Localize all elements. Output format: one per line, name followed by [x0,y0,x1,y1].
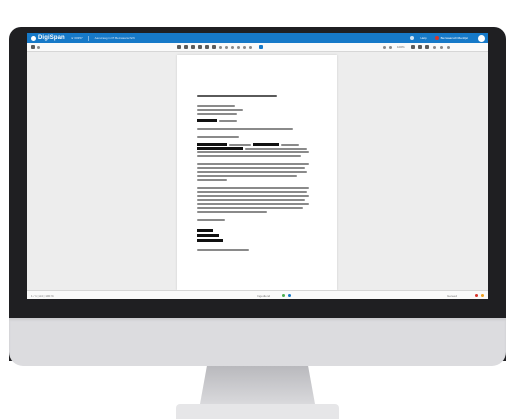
text-tool-icon[interactable] [191,45,195,49]
rotate-left-icon[interactable] [219,45,222,49]
help-link[interactable]: Help [420,36,426,40]
stamp-icon[interactable] [212,45,216,49]
doc-body-line [197,155,301,157]
monitor-stand-base [176,404,339,419]
ready-status: Gereed [447,294,458,298]
doc-body-line [197,167,305,169]
alert-icon[interactable] [475,294,478,297]
document-page [177,55,337,290]
app-logo[interactable]: DigiSpan [31,35,65,41]
undo-icon[interactable] [243,45,246,49]
status-blue-icon [288,294,291,297]
doc-body-line [281,143,299,146]
doc-body-line [197,179,227,181]
doc-body-line [197,207,303,209]
logo-icon [31,35,36,41]
download-icon[interactable] [418,45,422,49]
sidebar-toggle-icon[interactable] [31,45,35,49]
logo-text: DigiSpan [38,35,65,41]
fit-page-icon[interactable] [389,45,392,49]
doc-body-line [229,143,251,146]
page-info: 1 / 1 | A4 | 100 % [31,294,54,298]
status-label: Bezwaarschriftenlijst [440,36,468,40]
redaction-block [197,119,217,122]
share-icon[interactable] [425,45,429,49]
redaction-block [197,147,243,150]
more-icon[interactable] [447,45,450,49]
redaction-block [197,229,213,232]
doc-heading [197,95,277,97]
doc-address-line [197,113,237,115]
doc-body-line [197,175,297,177]
doc-address-line [197,105,235,107]
screen: DigiSpan nr 00357 Aanvraag in PI Bezwaar… [27,33,488,299]
doc-body-line [197,151,309,153]
print-icon[interactable] [411,45,415,49]
settings-icon[interactable] [440,45,443,49]
doc-body-line [197,191,307,193]
redaction-block [197,143,227,146]
monitor-chin [9,318,506,366]
thumbnails-icon[interactable] [37,45,40,49]
doc-body-line [197,195,309,197]
redo-icon[interactable] [249,45,252,49]
upload-icon[interactable] [177,45,181,49]
doc-date-line [219,119,237,122]
notification-icon[interactable] [410,36,415,40]
status-bar: 1 / 1 | A4 | 100 % Ingediend Gereed [27,290,488,299]
redaction-block [197,234,219,237]
doc-body-line [197,187,309,189]
fit-width-icon[interactable] [383,45,386,49]
document-toolbar: 100% [27,43,488,52]
doc-body-line [197,211,267,213]
monitor-stand [200,366,315,404]
avatar[interactable] [478,34,485,42]
doc-attachment-line [197,249,249,251]
doc-body-line [245,147,307,150]
pointer-tool-icon[interactable] [259,45,263,49]
shape-icon[interactable] [237,45,240,49]
submission-status: Ingediend [257,294,271,298]
breadcrumb[interactable]: Aanvraag in PI Bezwaarschrift [95,36,135,40]
tab-document-number[interactable]: nr 00357 [71,36,83,40]
document-viewer[interactable] [27,52,488,290]
doc-body-line [197,171,307,173]
doc-body-line [197,203,309,205]
status-green-icon [282,294,285,297]
draw-icon[interactable] [231,45,234,49]
redact-icon[interactable] [205,45,209,49]
doc-salutation [197,136,239,138]
warning-icon[interactable] [481,294,484,297]
doc-closing [197,219,225,221]
doc-subject-line [197,128,293,130]
status-indicator[interactable]: Bezwaarschriftenlijst [434,36,468,40]
redaction-block [197,239,223,242]
divider [87,35,89,41]
status-dot-icon [434,36,439,40]
doc-body-line [197,199,305,201]
highlight-icon[interactable] [198,45,202,49]
search-icon[interactable] [433,45,436,49]
doc-body-line [197,163,309,165]
rotate-right-icon[interactable] [225,45,228,49]
app-titlebar: DigiSpan nr 00357 Aanvraag in PI Bezwaar… [27,33,488,43]
redaction-block [253,143,279,146]
doc-address-line [197,109,243,111]
grid-icon[interactable] [184,45,188,49]
zoom-level[interactable]: 100% [397,45,405,49]
